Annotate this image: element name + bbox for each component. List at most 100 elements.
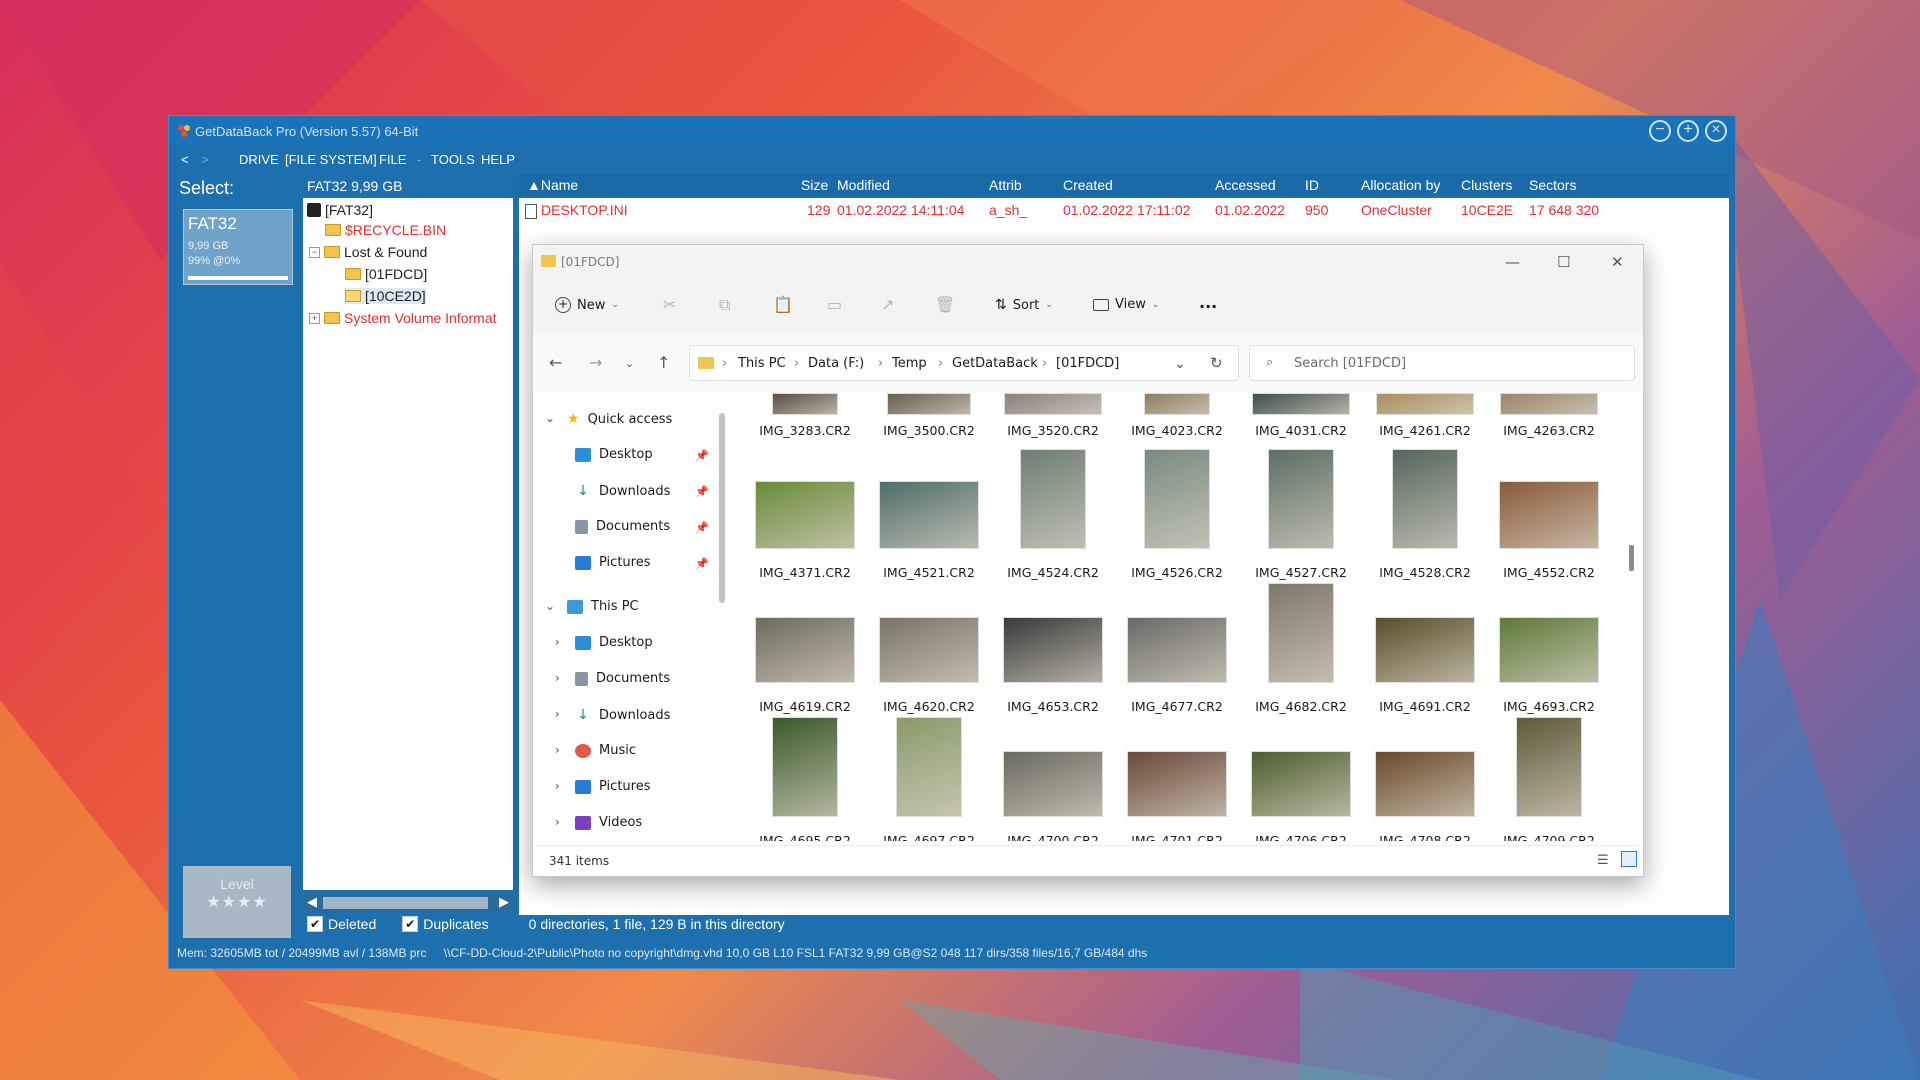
file-thumbnail-item[interactable]: IMG_4263.CR2 bbox=[1487, 393, 1611, 443]
drive-tile-fat32[interactable]: FAT32 9,99 GB 99% @0% bbox=[183, 209, 293, 285]
copy-icon[interactable]: ⧉ bbox=[719, 295, 730, 315]
address-bar[interactable]: › This PC › Data (F:) › Temp › GetDataBa… bbox=[689, 345, 1239, 381]
nav-quick-downloads[interactable]: ↓ Downloads bbox=[575, 483, 670, 499]
file-thumbnail-item[interactable]: IMG_4709.CR2 bbox=[1487, 717, 1611, 841]
tree-node-01fdcd[interactable]: [01FDCD] bbox=[345, 266, 427, 282]
file-thumbnail-item[interactable]: IMG_4653.CR2 bbox=[991, 583, 1115, 719]
file-thumbnail-item[interactable]: IMG_4528.CR2 bbox=[1363, 449, 1487, 585]
tree-node-fat32[interactable]: [FAT32] bbox=[307, 202, 373, 218]
file-thumbnail-item[interactable]: IMG_4693.CR2 bbox=[1487, 583, 1611, 719]
tree-node-recycle-bin[interactable]: $RECYCLE.BIN bbox=[325, 222, 446, 238]
file-thumbnail-item[interactable]: IMG_4261.CR2 bbox=[1363, 393, 1487, 443]
file-thumbnail-item[interactable]: IMG_4526.CR2 bbox=[1115, 449, 1239, 585]
large-icons-view-icon[interactable] bbox=[1621, 851, 1637, 867]
file-thumbnail-item[interactable]: IMG_4619.CR2 bbox=[743, 583, 867, 719]
file-thumbnail-item[interactable]: IMG_4620.CR2 bbox=[867, 583, 991, 719]
file-thumbnail-item[interactable]: IMG_4706.CR2 bbox=[1239, 717, 1363, 841]
address-dropdown-icon[interactable]: ⌄ bbox=[1174, 356, 1186, 372]
breadcrumb-01fdcd[interactable]: [01FDCD] bbox=[1056, 356, 1119, 371]
refresh-icon[interactable]: ↻ bbox=[1210, 354, 1223, 372]
col-clusters[interactable]: Clusters bbox=[1461, 177, 1512, 193]
nav-quick-pictures[interactable]: Pictures bbox=[575, 555, 650, 570]
cut-icon[interactable]: ✂ bbox=[663, 295, 676, 314]
nav-pc-downloads[interactable]: ↓ Downloads bbox=[575, 707, 670, 723]
file-thumbnail-item[interactable]: IMG_4524.CR2 bbox=[991, 449, 1115, 585]
nav-pc-music[interactable]: Music bbox=[575, 743, 636, 758]
scroll-left-icon[interactable]: ◀ bbox=[307, 894, 317, 910]
expand-chevron-icon[interactable]: › bbox=[555, 707, 560, 721]
tree-node-10ce2d[interactable]: [10CE2D] bbox=[345, 288, 426, 304]
expand-chevron-icon[interactable]: › bbox=[555, 779, 560, 793]
pin-icon[interactable]: 📌 bbox=[695, 449, 709, 462]
menu-help[interactable]: HELP bbox=[481, 152, 515, 167]
file-thumbnail-item[interactable]: IMG_4695.CR2 bbox=[743, 717, 867, 841]
nav-quick-access[interactable]: ★ Quick access bbox=[567, 411, 672, 427]
explorer-minimize-button[interactable]: — bbox=[1505, 253, 1520, 271]
file-thumbnail-item[interactable]: IMG_4552.CR2 bbox=[1487, 449, 1611, 585]
file-thumbnail-item[interactable]: IMG_4521.CR2 bbox=[867, 449, 991, 585]
col-size[interactable]: Size bbox=[801, 177, 828, 193]
details-view-icon[interactable]: ☰ bbox=[1597, 853, 1609, 868]
back-arrow-icon[interactable]: ← bbox=[549, 353, 562, 372]
collapse-icon[interactable]: − bbox=[309, 246, 320, 258]
search-input[interactable]: ⌕ Search [01FDCD] bbox=[1249, 345, 1635, 381]
menu-file[interactable]: FILE bbox=[379, 152, 406, 167]
level-box[interactable]: Level ★★★★ bbox=[183, 866, 291, 938]
tree-node-lost-found[interactable]: − Lost & Found bbox=[309, 244, 427, 260]
collapse-chevron-icon[interactable]: ⌄ bbox=[545, 599, 555, 613]
col-allocation[interactable]: Allocation by bbox=[1361, 177, 1440, 193]
file-thumbnail-item[interactable]: IMG_4031.CR2 bbox=[1239, 393, 1363, 443]
file-thumbnail-item[interactable]: IMG_4700.CR2 bbox=[991, 717, 1115, 841]
menu-forward[interactable]: > bbox=[201, 152, 209, 167]
file-thumbnail-item[interactable]: IMG_4708.CR2 bbox=[1363, 717, 1487, 841]
nav-pc-pictures[interactable]: Pictures bbox=[575, 779, 650, 794]
pin-icon[interactable]: 📌 bbox=[695, 485, 709, 498]
file-thumbnail-item[interactable]: IMG_3283.CR2 bbox=[743, 393, 867, 443]
close-button[interactable]: × bbox=[1705, 120, 1727, 142]
duplicates-checkbox[interactable]: ✔ bbox=[402, 916, 419, 932]
menu-tools[interactable]: TOOLS bbox=[431, 152, 475, 167]
navigation-scrollbar[interactable] bbox=[719, 413, 725, 603]
file-thumbnail-item[interactable]: IMG_4023.CR2 bbox=[1115, 393, 1239, 443]
new-button[interactable]: + New ⌄ bbox=[555, 297, 619, 313]
file-grid-scrollbar[interactable] bbox=[1629, 545, 1634, 571]
breadcrumb-temp[interactable]: Temp bbox=[892, 356, 927, 371]
minimize-button[interactable]: − bbox=[1649, 120, 1671, 142]
col-accessed[interactable]: Accessed bbox=[1215, 177, 1276, 193]
menu-file-system[interactable]: [FILE SYSTEM] bbox=[285, 152, 377, 167]
file-thumbnail-item[interactable]: IMG_4697.CR2 bbox=[867, 717, 991, 841]
forward-arrow-icon[interactable]: → bbox=[589, 353, 602, 372]
expand-chevron-icon[interactable]: › bbox=[555, 671, 560, 685]
explorer-close-button[interactable]: ✕ bbox=[1611, 253, 1624, 271]
expand-icon[interactable]: + bbox=[309, 312, 320, 324]
pin-icon[interactable]: 📌 bbox=[695, 557, 709, 570]
file-thumbnail-item[interactable]: IMG_4691.CR2 bbox=[1363, 583, 1487, 719]
nav-pc-desktop[interactable]: Desktop bbox=[575, 635, 653, 650]
collapse-chevron-icon[interactable]: ⌄ bbox=[545, 411, 555, 425]
file-thumbnail-item[interactable]: IMG_4371.CR2 bbox=[743, 449, 867, 585]
col-created[interactable]: Created bbox=[1063, 177, 1113, 193]
rename-icon[interactable]: ▭ bbox=[827, 295, 842, 314]
menu-drive[interactable]: DRIVE bbox=[239, 152, 279, 167]
expand-chevron-icon[interactable]: › bbox=[555, 635, 560, 649]
file-thumbnail-item[interactable]: IMG_4527.CR2 bbox=[1239, 449, 1363, 585]
explorer-maximize-button[interactable]: ☐ bbox=[1557, 253, 1570, 271]
menu-back[interactable]: < bbox=[181, 152, 189, 167]
col-name[interactable]: ▲Name bbox=[527, 177, 578, 193]
col-id[interactable]: ID bbox=[1305, 177, 1319, 193]
recent-chevron-icon[interactable]: ⌄ bbox=[625, 357, 634, 370]
delete-icon[interactable]: 🗑 bbox=[935, 295, 955, 314]
maximize-button[interactable]: + bbox=[1677, 120, 1699, 142]
scroll-right-icon[interactable]: ▶ bbox=[499, 894, 509, 910]
expand-chevron-icon[interactable]: › bbox=[555, 815, 560, 829]
nav-quick-desktop[interactable]: Desktop bbox=[575, 447, 653, 462]
deleted-checkbox[interactable]: ✔ bbox=[307, 916, 323, 932]
tree-horizontal-scrollbar[interactable]: ◀ ▶ bbox=[303, 894, 513, 912]
tree-node-system-volume-information[interactable]: + System Volume Informat bbox=[309, 310, 497, 326]
breadcrumb-this-pc[interactable]: This PC bbox=[738, 356, 786, 371]
breadcrumb-getdataback[interactable]: GetDataBack bbox=[952, 356, 1038, 371]
col-modified[interactable]: Modified bbox=[837, 177, 890, 193]
pin-icon[interactable]: 📌 bbox=[695, 521, 709, 534]
nav-quick-documents[interactable]: Documents bbox=[575, 519, 670, 534]
view-button[interactable]: View ⌄ bbox=[1093, 297, 1159, 312]
